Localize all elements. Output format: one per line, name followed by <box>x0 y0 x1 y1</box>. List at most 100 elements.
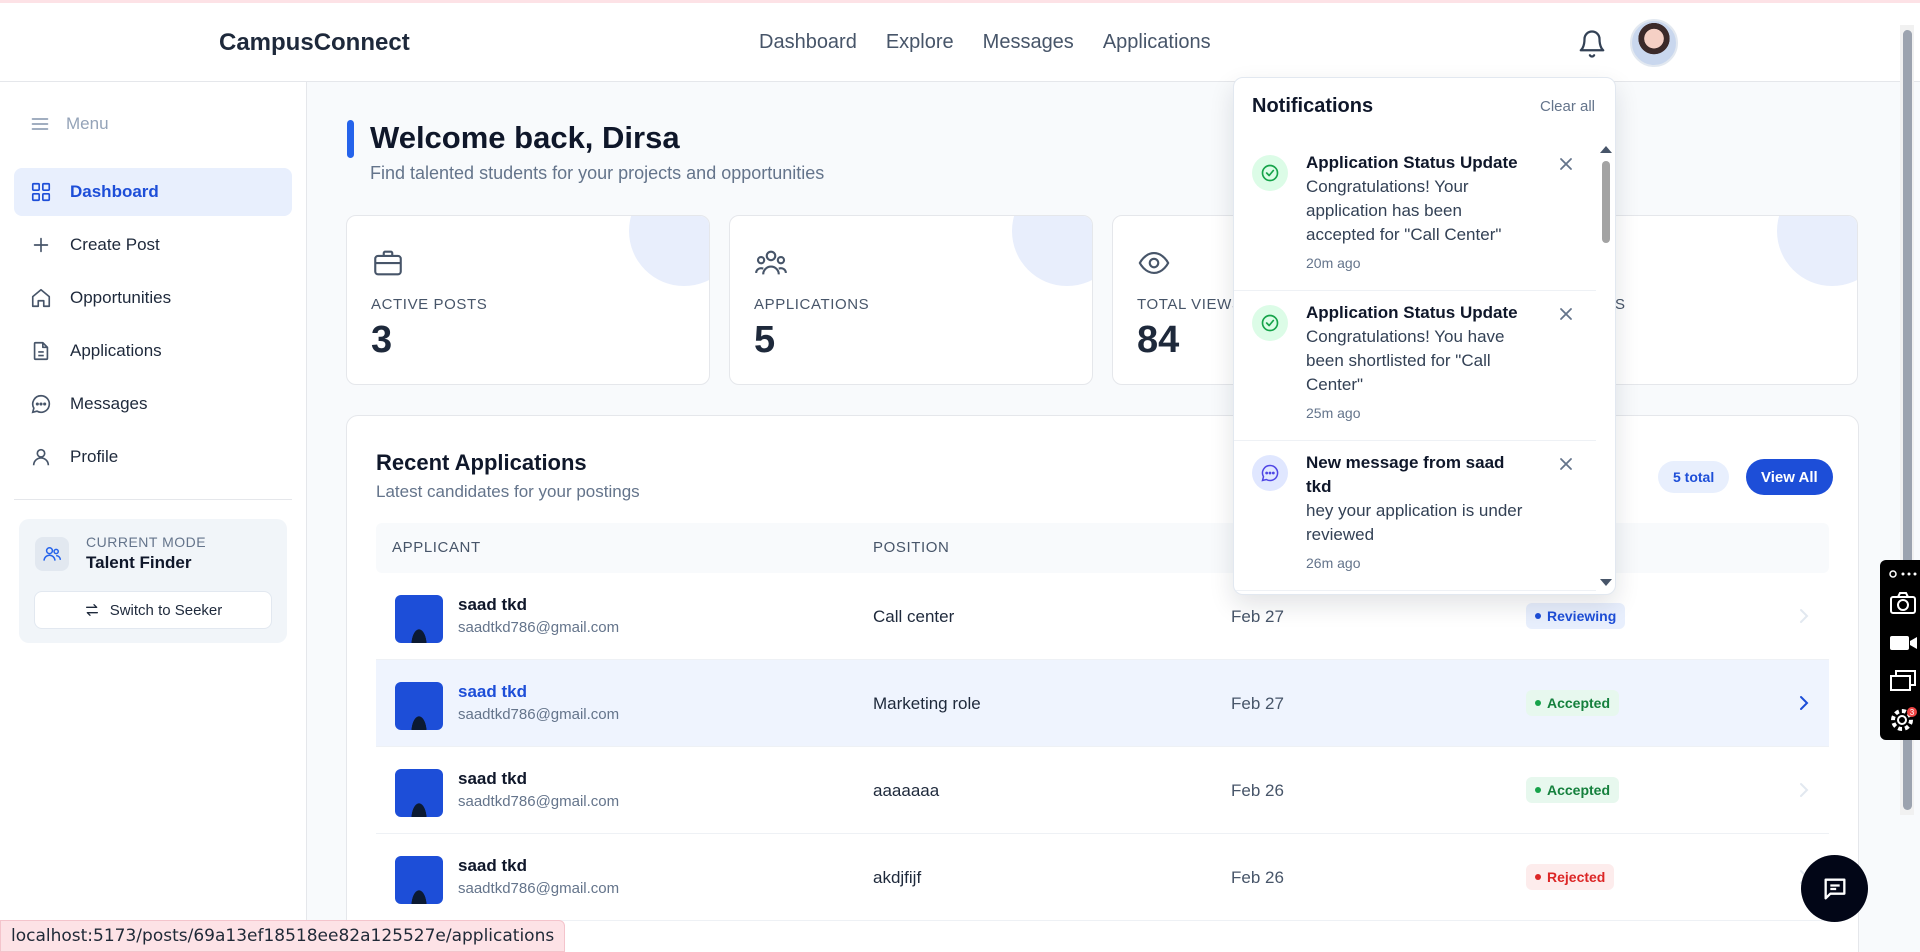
status-badge: Reviewing <box>1526 603 1626 629</box>
chevron-right-icon[interactable] <box>1797 606 1811 626</box>
mode-value: Talent Finder <box>86 553 192 572</box>
chevron-right-icon[interactable] <box>1797 780 1811 800</box>
message-square-icon <box>1824 878 1845 899</box>
gear-icon[interactable]: 3 <box>1888 706 1918 732</box>
column-header-position: POSITION <box>873 539 950 556</box>
applicant-email: saadtkd786@gmail.com <box>458 880 620 897</box>
swap-arrows-icon <box>85 604 98 616</box>
applicant-avatar <box>395 856 443 904</box>
card-decoration <box>1777 216 1857 286</box>
status-dot <box>1535 787 1541 793</box>
clear-all-button[interactable]: Clear all <box>1540 98 1595 115</box>
close-icon[interactable] <box>1559 307 1573 321</box>
notification-title: Application Status Update <box>1306 153 1518 172</box>
top-navbar: CampusConnect Dashboard Explore Messages… <box>0 3 1920 82</box>
status-text: Rejected <box>1547 869 1606 885</box>
applicant-email: saadtkd786@gmail.com <box>458 706 620 723</box>
sidebar-item-label: Applications <box>70 341 162 360</box>
applicant-avatar <box>395 682 443 730</box>
applicant-name: saad tkd <box>458 682 527 701</box>
date-cell: Feb 27 <box>1231 694 1284 713</box>
plus-icon <box>33 237 49 253</box>
section-subtitle: Latest candidates for your postings <box>376 482 640 501</box>
stat-card-applications[interactable]: APPLICATIONS 5 <box>729 215 1093 385</box>
page-subtitle: Find talented students for your projects… <box>370 163 825 183</box>
sidebar-item-applications[interactable]: Applications <box>14 327 292 375</box>
brand-logo[interactable]: CampusConnect <box>219 29 410 57</box>
link-dots-icon[interactable] <box>1888 566 1918 582</box>
sidebar-item-label: Messages <box>70 394 148 413</box>
nav-link-explore[interactable]: Explore <box>886 31 954 54</box>
status-text: Reviewing <box>1547 608 1617 624</box>
notification-title: New message from saad tkd <box>1306 453 1505 496</box>
grid-icon <box>31 182 51 202</box>
settings-badge-count: 3 <box>1910 708 1915 717</box>
close-icon[interactable] <box>1559 457 1573 471</box>
total-count-badge: 5 total <box>1658 461 1730 493</box>
user-icon <box>32 448 50 466</box>
position-cell: akdjfijf <box>873 868 922 887</box>
close-icon[interactable] <box>1559 157 1573 171</box>
view-all-button[interactable]: View All <box>1746 459 1833 495</box>
sidebar-item-messages[interactable]: Messages <box>14 380 292 428</box>
date-cell: Feb 27 <box>1231 607 1284 626</box>
camera-icon[interactable] <box>1888 590 1918 616</box>
status-badge: Rejected <box>1526 864 1615 890</box>
status-dot <box>1535 874 1541 880</box>
nav-link-applications[interactable]: Applications <box>1103 31 1211 54</box>
bell-icon[interactable] <box>1577 29 1607 59</box>
sidebar-item-dashboard[interactable]: Dashboard <box>14 168 292 216</box>
stat-label: APPLICATIONS <box>754 296 870 313</box>
notification-item[interactable]: Application Status Update Congratulation… <box>1234 141 1596 291</box>
user-avatar[interactable] <box>1630 19 1678 67</box>
notification-item[interactable]: New message from saad tkd hey your appli… <box>1234 441 1596 591</box>
table-row[interactable]: saad tkd saadtkd786@gmail.com Marketing … <box>376 660 1829 747</box>
switch-mode-button[interactable]: Switch to Seeker <box>34 591 272 629</box>
windows-icon[interactable] <box>1888 668 1918 694</box>
applicant-name: saad tkd <box>458 769 527 788</box>
notifications-scrollbar[interactable] <box>1596 141 1616 595</box>
applicant-email: saadtkd786@gmail.com <box>458 793 620 810</box>
mode-icon-box <box>35 537 69 571</box>
notification-body: Congratulations! Your application has be… <box>1306 177 1502 244</box>
sidebar-item-label: Create Post <box>70 235 160 254</box>
recorder-toolbar: 3 <box>1880 560 1920 740</box>
sidebar-item-opportunities[interactable]: Opportunities <box>14 274 292 322</box>
table-row[interactable]: saad tkd saadtkd786@gmail.com aaaaaaa Fe… <box>376 747 1829 834</box>
sidebar-item-label: Opportunities <box>70 288 172 307</box>
chevron-right-icon[interactable] <box>1797 693 1811 713</box>
stat-value: 3 <box>371 319 393 361</box>
notification-time: 20m ago <box>1306 255 1361 271</box>
sidebar-item-profile[interactable]: Profile <box>14 433 292 481</box>
switch-mode-label: Switch to Seeker <box>109 601 223 619</box>
status-badge: Accepted <box>1526 690 1620 716</box>
card-decoration <box>629 216 709 286</box>
video-camera-icon[interactable] <box>1888 630 1918 656</box>
nav-link-messages[interactable]: Messages <box>983 31 1074 54</box>
date-cell: Feb 26 <box>1231 868 1284 887</box>
recent-applications-panel: Recent Applications Latest candidates fo… <box>346 415 1859 952</box>
welcome-accent-bar <box>347 120 354 158</box>
sidebar-item-label: Profile <box>70 447 119 466</box>
notification-item[interactable]: Application Status Update Congratulation… <box>1234 291 1596 441</box>
notification-body: hey your application is under reviewed <box>1306 501 1523 544</box>
stat-card-active-posts[interactable]: ACTIVE POSTS 3 <box>346 215 710 385</box>
chat-bubble-icon <box>31 394 51 414</box>
notifications-list[interactable]: Application Status Update Congratulation… <box>1234 141 1596 591</box>
top-nav-links: Dashboard Explore Messages Applications <box>759 31 1211 54</box>
sidebar-item-create-post[interactable]: Create Post <box>14 221 292 269</box>
notification-body: Congratulations! You have been shortlist… <box>1306 327 1505 394</box>
status-text: Accepted <box>1547 695 1611 711</box>
status-dot <box>1535 613 1541 619</box>
sidebar-item-label: Dashboard <box>70 182 159 201</box>
eye-icon <box>1138 252 1170 274</box>
chat-fab-button[interactable] <box>1801 855 1868 922</box>
check-circle-icon <box>1252 305 1288 341</box>
table-row[interactable]: saad tkd saadtkd786@gmail.com akdjfijf F… <box>376 834 1829 921</box>
check-circle-icon <box>1252 155 1288 191</box>
hamburger-icon <box>31 118 49 130</box>
notification-time: 25m ago <box>1306 405 1361 421</box>
nav-link-dashboard[interactable]: Dashboard <box>759 31 857 54</box>
browser-status-url: localhost:5173/posts/69a13ef18518ee82a12… <box>0 920 566 952</box>
sidebar-menu-toggle[interactable]: Menu <box>30 114 109 134</box>
